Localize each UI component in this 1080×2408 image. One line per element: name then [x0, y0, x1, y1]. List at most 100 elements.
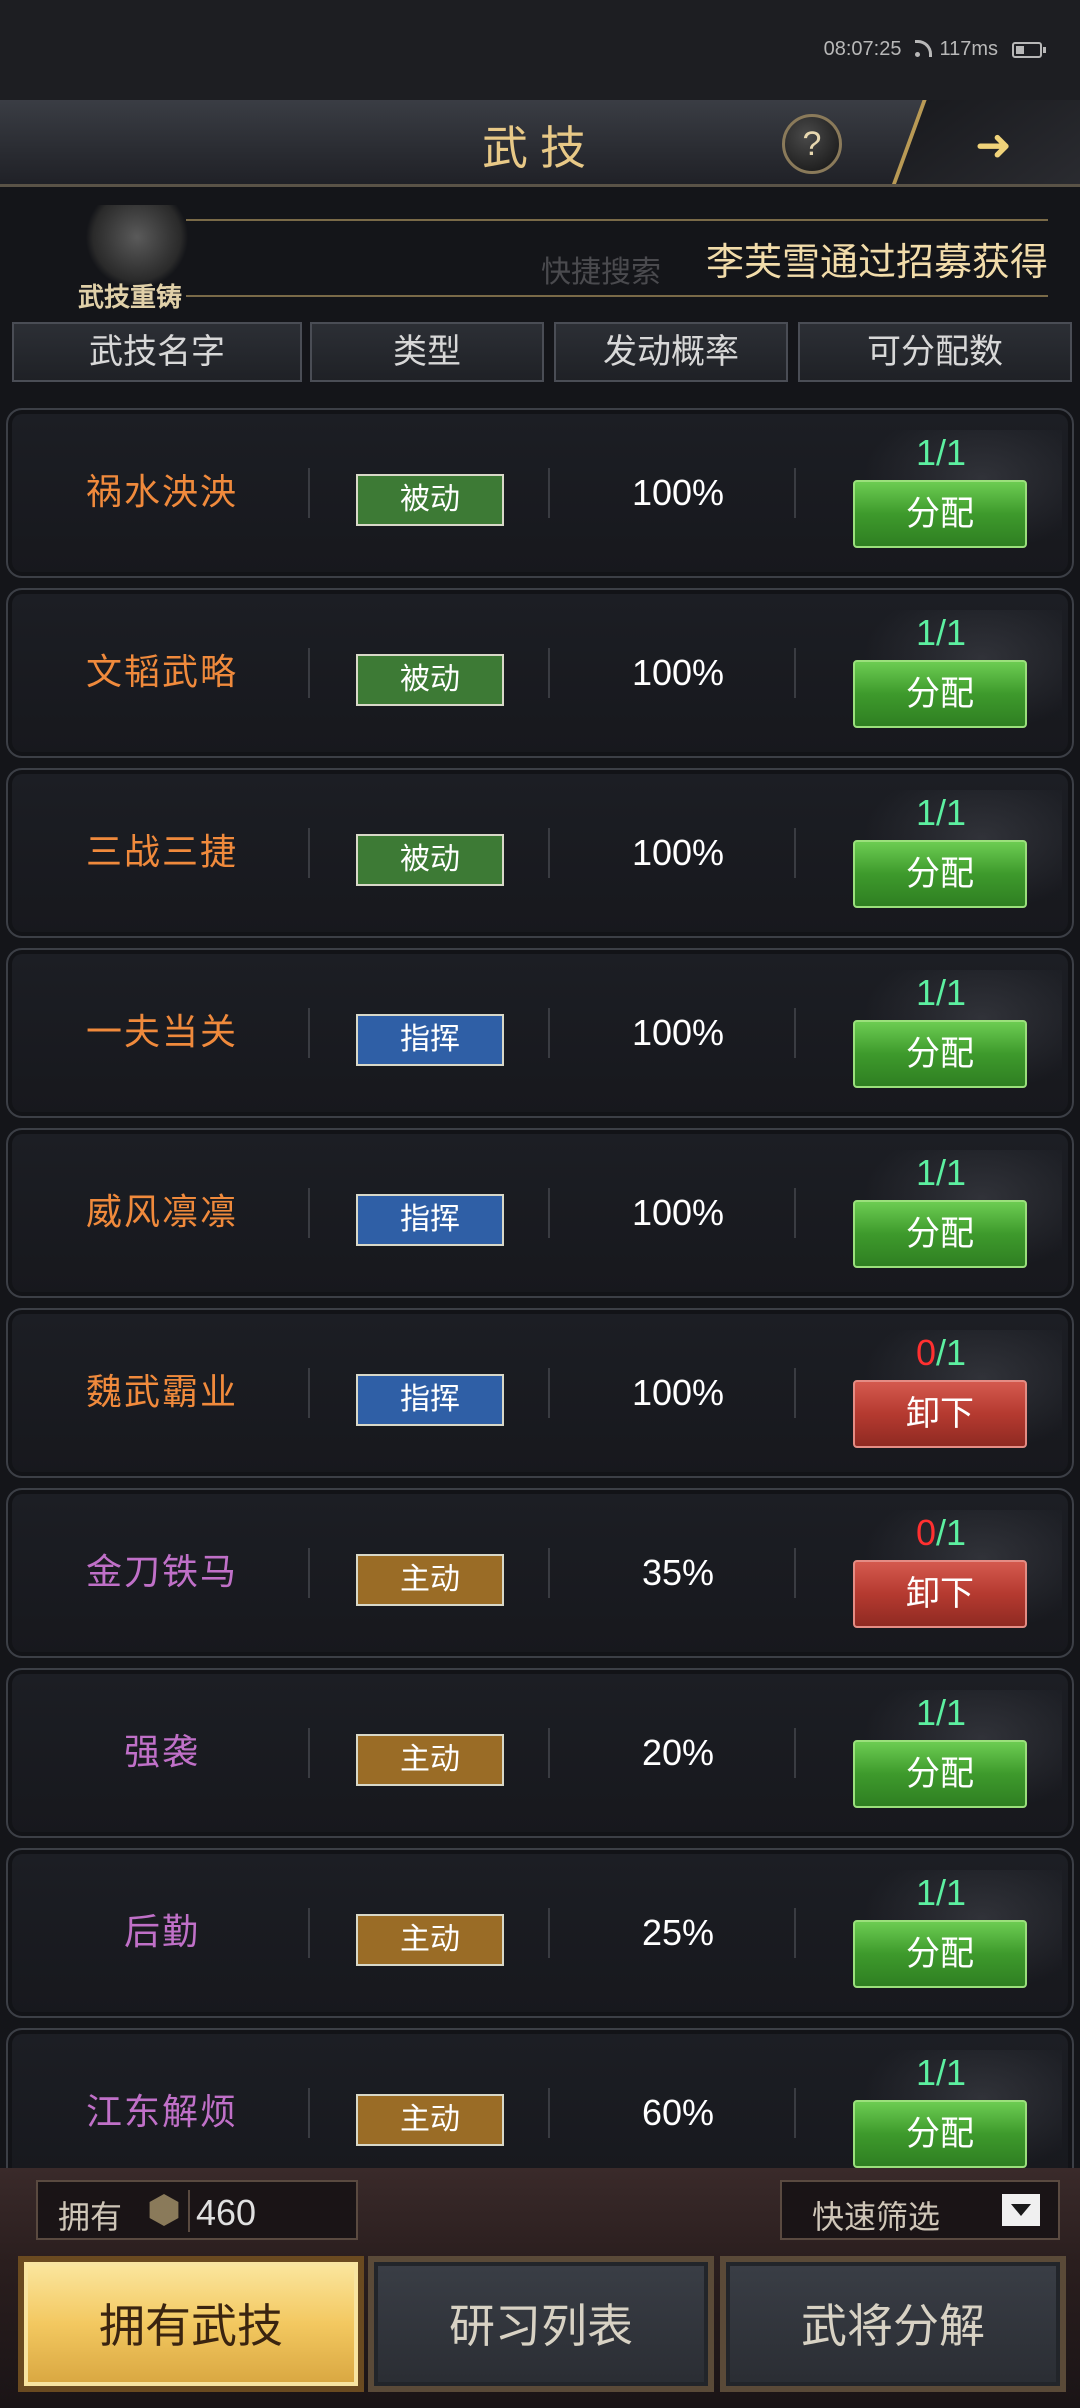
total-number: 1	[946, 1512, 967, 1553]
owned-label: 拥有	[58, 2198, 123, 2236]
unequip-button[interactable]: 卸下	[853, 1560, 1027, 1628]
battery-icon	[1012, 41, 1046, 58]
owned-value: 460	[196, 2192, 257, 2233]
search-placeholder[interactable]: 快捷搜索	[541, 247, 661, 291]
header-assignable: 可分配数	[798, 322, 1072, 382]
quick-filter-label: 快速筛选	[812, 2198, 941, 2236]
quick-filter-dropdown[interactable]: 快速筛选	[780, 2180, 1060, 2240]
tab-study-list[interactable]: 研习列表	[368, 2256, 714, 2392]
assigned-number: 0	[915, 1512, 936, 1553]
assign-count: 1/1	[853, 1872, 1029, 1914]
skill-type-badge: 主动	[356, 1554, 504, 1606]
skill-row[interactable]: 三战三捷 被动 100% 1/1 分配	[6, 768, 1074, 938]
skill-row[interactable]: 后勤 主动 25% 1/1 分配	[6, 1848, 1074, 2018]
trigger-probability: 100%	[631, 652, 725, 693]
total-number: 1	[946, 972, 967, 1013]
latency-text: 117ms	[939, 38, 998, 60]
skill-type-badge: 指挥	[356, 1014, 504, 1066]
skill-name: 后勤	[123, 1912, 200, 1953]
skill-name: 强袭	[123, 1732, 200, 1773]
assign-button[interactable]: 分配	[853, 1740, 1027, 1808]
unequip-button[interactable]: 卸下	[853, 1380, 1027, 1448]
assigned-number: 1	[915, 1872, 936, 1913]
skill-name: 三战三捷	[85, 832, 238, 873]
trigger-probability: 25%	[641, 1912, 715, 1953]
assign-button[interactable]: 分配	[853, 1020, 1027, 1088]
skill-row[interactable]: 江东解烦 主动 60% 1/1 分配	[6, 2028, 1074, 2168]
total-number: 1	[946, 1332, 967, 1373]
skill-row[interactable]: 强袭 主动 20% 1/1 分配	[6, 1668, 1074, 1838]
skill-row[interactable]: 金刀铁马 主动 35% 0/1 卸下	[6, 1488, 1074, 1658]
trigger-probability: 100%	[631, 1192, 725, 1233]
trigger-probability: 60%	[641, 2092, 715, 2133]
assign-button[interactable]: 分配	[853, 660, 1027, 728]
skill-type-badge: 指挥	[356, 1194, 504, 1246]
skill-list[interactable]: 祸水泱泱 被动 100% 1/1 分配 文韬武略 被动 100% 1/1 分配 …	[0, 408, 1080, 2168]
announcement-text: 李芙雪通过招募获得	[705, 240, 1048, 284]
assign-button[interactable]: 分配	[853, 1200, 1027, 1268]
skill-type-badge: 主动	[356, 1914, 504, 1966]
assign-count: 1/1	[853, 1692, 1029, 1734]
assign-button[interactable]: 分配	[853, 2100, 1027, 2168]
skill-name: 威风凛凛	[85, 1192, 238, 1233]
assign-button[interactable]: 分配	[853, 840, 1027, 908]
tab-owned-skills[interactable]: 拥有武技	[18, 2256, 364, 2392]
count-slash: /	[935, 612, 946, 653]
count-slash: /	[935, 972, 946, 1013]
network-indicator: 117ms	[915, 38, 998, 61]
assigned-number: 1	[915, 1692, 936, 1733]
total-number: 1	[946, 1692, 967, 1733]
skill-row[interactable]: 魏武霸业 指挥 100% 0/1 卸下	[6, 1308, 1074, 1478]
trigger-probability: 100%	[631, 1372, 725, 1413]
tab-general-decompose[interactable]: 武将分解	[720, 2256, 1066, 2392]
assigned-number: 1	[915, 2052, 936, 2093]
skill-type-badge: 被动	[356, 654, 504, 706]
assign-count: 1/1	[853, 432, 1029, 474]
title-bar: 武技 ? ➜	[0, 100, 1080, 187]
assigned-number: 0	[915, 1332, 936, 1373]
assign-count: 1/1	[853, 972, 1029, 1014]
assigned-number: 1	[915, 432, 936, 473]
trigger-probability: 100%	[631, 1012, 725, 1053]
assigned-number: 1	[915, 612, 936, 653]
help-button[interactable]: ?	[782, 114, 842, 174]
trigger-probability: 20%	[641, 1732, 715, 1773]
assign-button[interactable]: 分配	[853, 1920, 1027, 1988]
reforge-button-label[interactable]: 武技重铸	[78, 277, 182, 314]
header-probability: 发动概率	[554, 322, 788, 382]
skill-row[interactable]: 祸水泱泱 被动 100% 1/1 分配	[6, 408, 1074, 578]
skill-type-badge: 主动	[356, 1734, 504, 1786]
arrow-right-icon[interactable]: ➜	[975, 120, 1012, 171]
skill-row[interactable]: 一夫当关 指挥 100% 1/1 分配	[6, 948, 1074, 1118]
skill-type-badge: 被动	[356, 474, 504, 526]
trigger-probability: 100%	[631, 832, 725, 873]
skill-name: 祸水泱泱	[85, 472, 238, 513]
status-indicators: 08:07:25 117ms	[824, 38, 1046, 61]
skill-name: 文韬武略	[85, 652, 238, 693]
total-number: 1	[946, 1152, 967, 1193]
count-slash: /	[935, 1332, 946, 1373]
skill-name: 一夫当关	[85, 1012, 238, 1053]
assign-count: 1/1	[853, 1152, 1029, 1194]
skill-name: 江东解烦	[85, 2092, 238, 2133]
assign-button[interactable]: 分配	[853, 480, 1027, 548]
currency-icon	[149, 2194, 179, 2226]
assign-count: 1/1	[853, 612, 1029, 654]
count-slash: /	[935, 1512, 946, 1553]
skill-name: 金刀铁马	[85, 1552, 238, 1593]
count-slash: /	[935, 2052, 946, 2093]
skill-type-badge: 指挥	[356, 1374, 504, 1426]
assign-count: 1/1	[853, 2052, 1029, 2094]
skill-row[interactable]: 文韬武略 被动 100% 1/1 分配	[6, 588, 1074, 758]
chevron-down-icon	[1002, 2194, 1040, 2226]
count-slash: /	[935, 1692, 946, 1733]
count-slash: /	[935, 792, 946, 833]
reforge-icon[interactable]	[82, 205, 192, 285]
skill-name: 魏武霸业	[85, 1372, 238, 1413]
owned-counter: 拥有 460	[36, 2180, 358, 2240]
assign-count: 1/1	[853, 792, 1029, 834]
total-number: 1	[946, 2052, 967, 2093]
status-bar: 08:07:25 117ms	[0, 0, 1080, 100]
skill-row[interactable]: 威风凛凛 指挥 100% 1/1 分配	[6, 1128, 1074, 1298]
wifi-icon	[915, 39, 933, 57]
